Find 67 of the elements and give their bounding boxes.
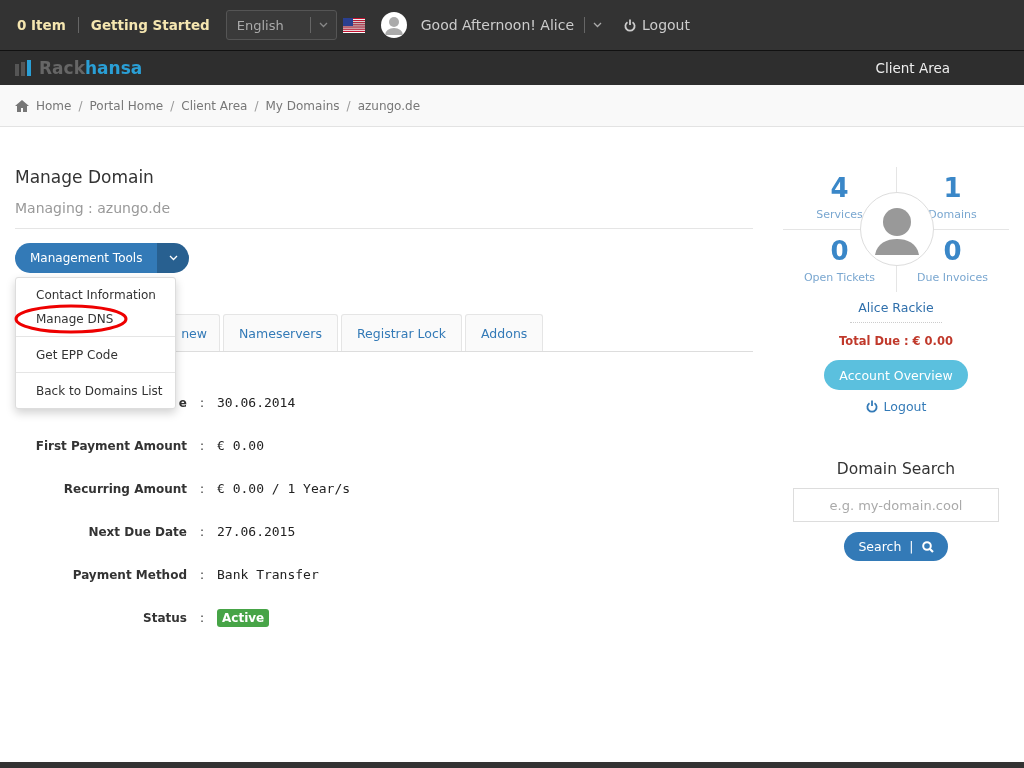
stat-count[interactable]: 4 (830, 175, 849, 202)
tab[interactable]: Addons (465, 314, 544, 351)
client-area-link[interactable]: Client Area (875, 60, 950, 76)
menu-item[interactable]: Manage DNS (16, 307, 175, 331)
status-badge: Active (217, 608, 270, 627)
tab[interactable]: Registrar Lock (340, 314, 463, 351)
colon-text: : (198, 524, 205, 539)
breadcrumb-separator: / (346, 98, 351, 113)
home-icon (15, 99, 29, 112)
breadcrumb-separator: / (254, 98, 259, 113)
stat-label[interactable]: Open Tickets (803, 270, 876, 284)
stat-count[interactable]: 0 (943, 237, 962, 264)
field-label: Recurring Amount (62, 481, 187, 496)
cart-count[interactable]: 0 Item (17, 17, 79, 33)
field-value: € 0.00 / 1 Year/s (217, 481, 351, 496)
breadcrumb-link[interactable]: Home (36, 98, 72, 113)
chevron-down-icon (168, 255, 178, 261)
avatar-icon (380, 12, 407, 38)
menu-item[interactable]: Back to Domains List (16, 372, 175, 403)
page-subtitle: Managing : azungo.de (15, 200, 753, 229)
power-icon (624, 18, 636, 32)
colon-text: : (198, 567, 205, 582)
breadcrumb-separator: / (170, 98, 175, 113)
management-tools-button[interactable]: Management Tools (15, 243, 158, 273)
logout-link[interactable]: Logout (859, 398, 933, 415)
search-button[interactable]: Search | (844, 532, 948, 561)
chevron-down-icon (593, 22, 602, 28)
field-value: € 0.00 (217, 438, 264, 453)
colon-text: : (198, 481, 205, 496)
colon-text: : (198, 438, 205, 453)
power-icon (865, 400, 878, 413)
field-value: Bank Transfer (217, 567, 319, 582)
breadcrumb-link[interactable]: Client Area (181, 98, 248, 113)
field-label: First Payment Amount (34, 438, 187, 453)
dropdown-toggle-button[interactable] (157, 243, 190, 273)
getting-started-link[interactable]: Getting Started (78, 17, 210, 33)
chevron-down-icon (318, 22, 328, 28)
page-title: Manage Domain (15, 167, 155, 187)
tab[interactable]: Nameservers (223, 314, 338, 351)
total-due-text: Total Due : € 0.00 (839, 334, 953, 348)
logout-button[interactable]: Logout (624, 17, 690, 33)
logo[interactable]: Rackhansa (15, 58, 143, 78)
greeting-text: Good Afternoon! Alice (420, 17, 585, 33)
stat-count[interactable]: 0 (830, 237, 849, 264)
field-value: 27.06.2015 (217, 524, 296, 539)
colon-text: : (198, 395, 205, 410)
field-value: 30.06.2014 (217, 395, 296, 410)
menu-item[interactable]: Get EPP Code (16, 336, 175, 367)
flag-icon[interactable] (342, 17, 365, 33)
language-select[interactable]: English (225, 10, 337, 40)
field-label: e (177, 395, 187, 410)
stat-label[interactable]: Services (816, 208, 863, 222)
breadcrumb-link[interactable]: Portal Home (89, 98, 164, 113)
logo-bars-icon (15, 60, 33, 76)
user-name-link[interactable]: Alice Rackie (850, 300, 942, 323)
domain-search-title: Domain Search (836, 460, 956, 478)
breadcrumb-separator: / (78, 98, 83, 113)
menu-item[interactable]: Contact Information (16, 283, 175, 307)
field-label: Next Due Date (87, 524, 187, 539)
search-icon (921, 540, 934, 553)
stat-label[interactable]: Due Invoices (917, 270, 988, 284)
breadcrumb-link[interactable]: My Domains (265, 98, 340, 113)
field-label: Status (142, 610, 187, 625)
domain-search-field[interactable]: e.g. my-domain.cool (793, 488, 999, 522)
field-label: Payment Method (71, 567, 187, 582)
stat-count[interactable]: 1 (943, 175, 962, 202)
colon-text: : (198, 610, 205, 625)
